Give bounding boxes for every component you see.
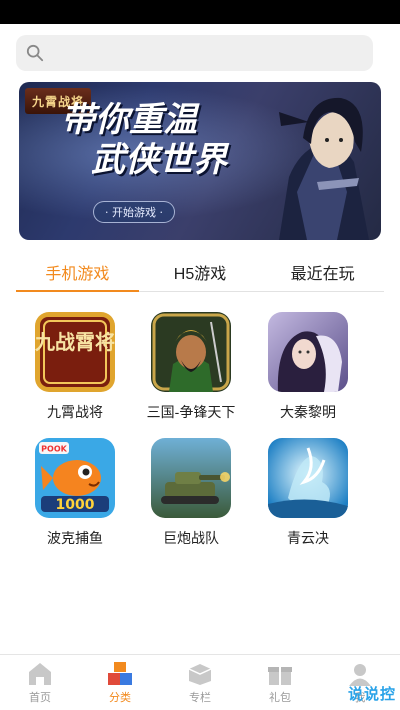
qingyunjue-icon xyxy=(268,438,348,518)
sanguo-zhengfeng-icon xyxy=(151,312,231,392)
nav-label-gift: 礼包 xyxy=(269,692,291,704)
game-name: 三国-争锋天下 xyxy=(146,404,236,420)
game-name: 九霄战将 xyxy=(47,404,103,420)
nav-label-column: 专栏 xyxy=(189,692,211,704)
bottom-nav: 首页 分类 专栏 礼包 我 xyxy=(0,654,400,710)
game-name: 大秦黎明 xyxy=(280,404,336,420)
promo-banner[interactable]: 九霄战将 带你重温 武侠世界 · 开始游戏 · xyxy=(19,82,381,240)
search-input[interactable] xyxy=(52,45,352,61)
game-item-jiuxiao[interactable]: 九战霄将 九霄战将 xyxy=(25,312,125,422)
game-item-daqin[interactable]: 大秦黎明 xyxy=(258,312,358,422)
score-text: 1000 xyxy=(56,497,95,513)
game-name: 青云决 xyxy=(287,530,329,546)
jiuxiao-icon-text-top: 九战霄将 xyxy=(35,330,115,354)
tab-recently-played[interactable]: 最近在玩 xyxy=(261,252,384,291)
game-name: 巨炮战队 xyxy=(163,530,219,546)
watermark-text: 说说控 xyxy=(347,685,396,703)
column-icon xyxy=(188,664,212,685)
jiuxiao-zhanjiang-icon: 九战霄将 xyxy=(35,312,115,392)
nav-item-home[interactable]: 首页 xyxy=(0,655,80,710)
home-icon xyxy=(29,663,51,685)
status-bar xyxy=(0,0,400,24)
game-name: 波克捕鱼 xyxy=(47,530,103,546)
banner-headline-line2: 武侠世界 xyxy=(91,140,227,180)
game-item-qingyunjue[interactable]: 青云决 xyxy=(258,438,358,548)
gift-icon xyxy=(268,667,292,685)
banner-headline-line1: 带你重温 xyxy=(61,100,197,140)
tab-h5-games[interactable]: H5游戏 xyxy=(139,252,262,291)
start-game-button[interactable]: · 开始游戏 · xyxy=(93,201,175,223)
nav-item-category[interactable]: 分类 xyxy=(80,655,160,710)
pook-logo-text: POOK xyxy=(41,445,67,454)
jupao-zhandui-icon xyxy=(151,438,231,518)
nav-item-gift[interactable]: 礼包 xyxy=(240,655,320,710)
banner-headline: 带你重温 武侠世界 xyxy=(61,100,227,180)
nav-label-home: 首页 xyxy=(29,692,51,704)
boke-buyu-icon: POOK 1000 xyxy=(35,438,115,518)
nav-item-column[interactable]: 专栏 xyxy=(160,655,240,710)
daqin-liming-icon xyxy=(268,312,348,392)
game-item-jupao[interactable]: 巨炮战队 xyxy=(141,438,241,548)
search-bar[interactable] xyxy=(16,35,373,71)
game-item-boke[interactable]: POOK 1000 波克捕鱼 xyxy=(25,438,125,548)
banner-hero-illustration xyxy=(279,97,369,240)
nav-label-category: 分类 xyxy=(109,692,131,704)
category-cubes-icon xyxy=(108,662,132,685)
game-tabs: 手机游戏 H5游戏 最近在玩 xyxy=(16,252,384,292)
search-icon xyxy=(26,44,44,62)
tab-mobile-games[interactable]: 手机游戏 xyxy=(16,252,139,292)
game-item-sanguo[interactable]: 三国-争锋天下 xyxy=(141,312,241,422)
